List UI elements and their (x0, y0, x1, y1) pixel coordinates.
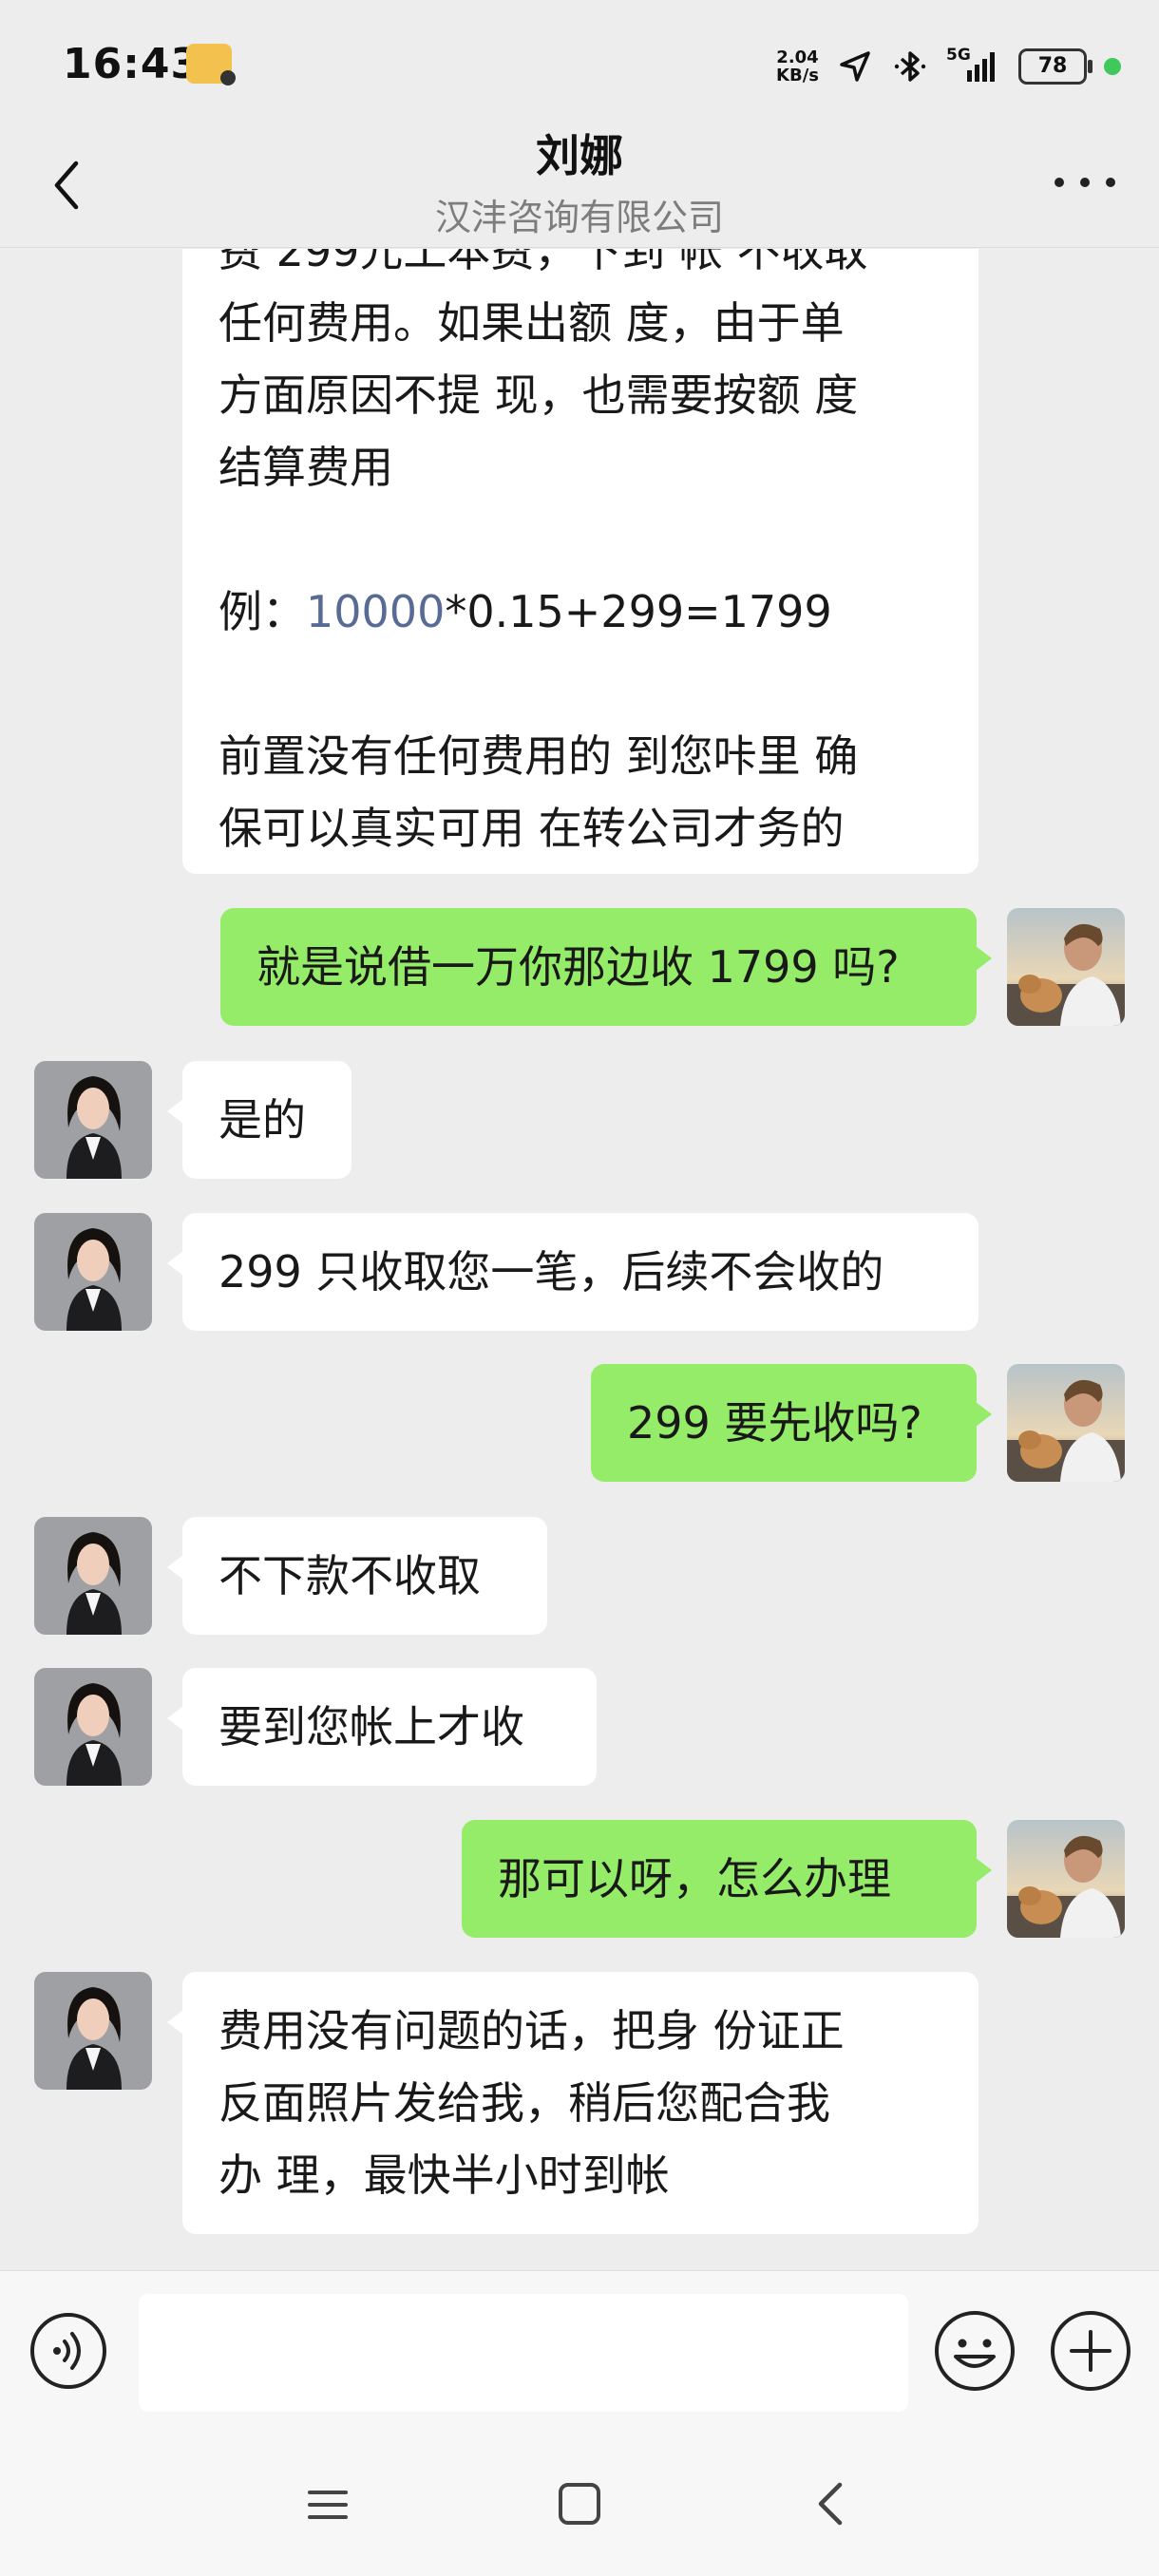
message-list[interactable]: 费 299元工本费，下到 帐 不收取 任何费用。如果出额 度，由于单 方面原因不… (0, 249, 1159, 2270)
contact-avatar[interactable] (34, 1213, 152, 1331)
contact-avatar-image (34, 1972, 152, 2090)
message-bubble-incoming[interactable]: 费 299元工本费，下到 帐 不收取 任何费用。如果出额 度，由于单 方面原因不… (182, 249, 978, 874)
contact-avatar[interactable] (34, 1668, 152, 1786)
message-input[interactable] (139, 2294, 908, 2412)
menu-icon[interactable] (304, 2481, 352, 2529)
notification-icon (186, 44, 236, 85)
status-icons: 2.04 KB/s 5G 78 (776, 42, 1121, 91)
message-line-example: 例：10000*0.15+299=1799 (218, 576, 942, 648)
contact-avatar-image (34, 1668, 152, 1786)
chat-header: 刘娜 汉沣咨询有限公司 (0, 114, 1159, 249)
emoji-icon[interactable] (933, 2309, 1016, 2393)
signal-bars (967, 52, 995, 82)
message-line: 保可以真实可用 在转公司才务的 (218, 803, 845, 854)
more-dot (1054, 178, 1064, 187)
bluetooth-icon (894, 51, 926, 82)
contact-company: 汉沣咨询有限公司 (434, 197, 724, 238)
message-line: 反面照片发给我，稍后您配合我 (218, 2077, 830, 2129)
message-bubble-outgoing[interactable]: 那可以呀，怎么办理 (462, 1820, 992, 1938)
my-avatar-image (1007, 908, 1125, 1026)
voice-icon[interactable] (28, 2311, 108, 2391)
more-dot (1080, 178, 1090, 187)
message-line: 结算费用 (218, 442, 393, 493)
status-bar: 16:43 2.04 KB/s 5G 78 (0, 0, 1159, 133)
message-bubble-incoming[interactable]: 是的 (167, 1061, 352, 1179)
message-bubble-incoming[interactable]: 不下款不收取 (167, 1517, 547, 1635)
my-avatar[interactable] (1007, 1364, 1125, 1482)
my-avatar[interactable] (1007, 908, 1125, 1026)
message-line: 前置没有任何费用的 到您咔里 确 (218, 730, 859, 782)
number-link[interactable]: 10000 (306, 586, 445, 637)
contact-name: 刘娜 (536, 130, 623, 181)
contact-avatar[interactable] (34, 1061, 152, 1179)
privacy-dot (1104, 58, 1121, 75)
contact-avatar[interactable] (34, 1517, 152, 1635)
message-line: 任何费用。如果出额 度，由于单 (218, 297, 845, 349)
message-line: 办 理，最快半小时到帐 (218, 2150, 670, 2201)
message-bubble-incoming[interactable]: 299 只收取您一笔，后续不会收的 (167, 1213, 978, 1331)
message-line: 方面原因不提 现，也需要按额 度 (218, 369, 859, 421)
network-speed-value: 2.04 (776, 47, 819, 67)
contact-avatar-image (34, 1061, 152, 1179)
location-icon (840, 51, 870, 82)
network-speed-unit: KB/s (776, 66, 819, 85)
message-bubble-outgoing[interactable]: 就是说借一万你那边收 1799 吗? (220, 908, 992, 1026)
example-formula: *0.15+299=1799 (445, 586, 832, 637)
header-divider (0, 247, 1159, 248)
contact-avatar-image (34, 1213, 152, 1331)
status-time: 16:43 (63, 40, 201, 88)
message-bubble-incoming[interactable]: 要到您帐上才收 (167, 1668, 597, 1786)
contact-avatar-image (34, 1517, 152, 1635)
message-line (218, 503, 942, 576)
input-bar (0, 2270, 1159, 2433)
battery-indicator: 78 (1018, 48, 1092, 85)
home-icon[interactable] (555, 2479, 604, 2529)
message-bubble-incoming[interactable]: 费用没有问题的话，把身 份证正 反面照片发给我，稍后您配合我 办 理，最快半小时… (167, 1972, 978, 2234)
message-bubble-outgoing[interactable]: 299 要先收吗? (591, 1364, 992, 1482)
more-dot (1106, 178, 1115, 187)
message-line: 费 299元工本费，下到 帐 不收取 (218, 249, 868, 276)
my-avatar[interactable] (1007, 1820, 1125, 1938)
my-avatar-image (1007, 1364, 1125, 1482)
message-line (218, 648, 942, 720)
example-label: 例： (218, 586, 306, 637)
system-nav-bar (0, 2432, 1159, 2576)
message-line: 费用没有问题的话，把身 份证正 (218, 2005, 845, 2056)
signal-icon: 5G (946, 46, 1001, 85)
plus-icon[interactable] (1049, 2309, 1132, 2393)
my-avatar-image (1007, 1820, 1125, 1938)
contact-avatar[interactable] (34, 1972, 152, 2090)
network-speed: 2.04 KB/s (776, 48, 819, 85)
back-icon[interactable] (806, 2477, 859, 2530)
more-options-icon[interactable] (1054, 171, 1115, 194)
